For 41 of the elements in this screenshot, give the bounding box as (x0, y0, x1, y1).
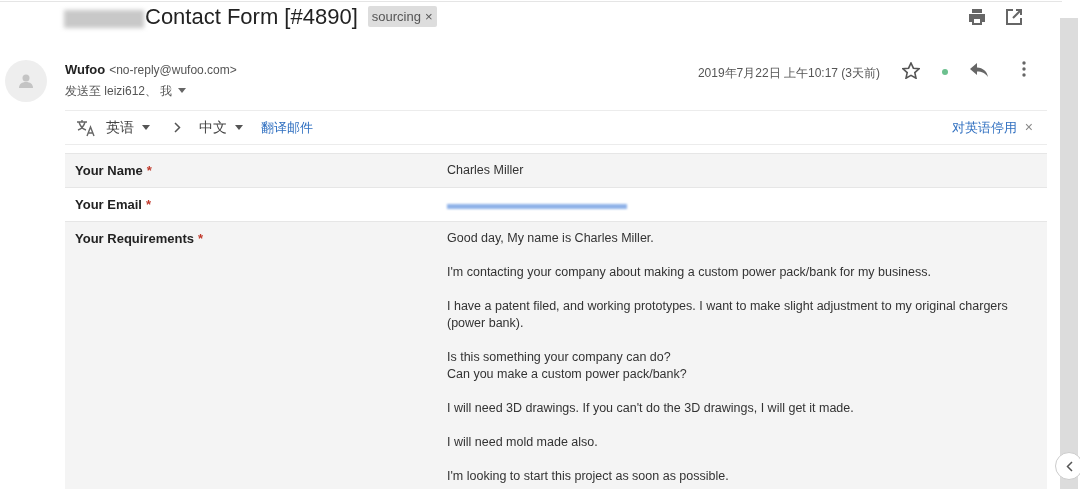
field-value: Good day, My name is Charles Miller. (447, 230, 655, 247)
caret-icon (235, 125, 243, 130)
scrollbar[interactable] (1060, 18, 1078, 489)
caret-icon (142, 125, 150, 130)
close-button[interactable]: × (1024, 117, 1033, 138)
print-icon[interactable] (968, 8, 986, 25)
remove-label-button[interactable]: × (424, 6, 433, 27)
translate-icon (76, 118, 96, 137)
sender-name: Wufoo (65, 61, 106, 79)
field-value: I'm contacting your company about making a custom power pack/bank for my business. (447, 264, 932, 281)
disable-translation-link[interactable]: 对英语停用 (951, 117, 1017, 138)
chevron-right-icon (174, 122, 181, 133)
email-subject: Contact Form [#4890] (145, 3, 358, 31)
scroll-button[interactable] (1055, 452, 1080, 480)
caret-icon[interactable] (178, 88, 187, 93)
field-label: Your Name (75, 162, 143, 179)
chevron-left-icon (1065, 460, 1073, 472)
field-value: I'm looking to start this project as soon as possible. (447, 468, 730, 485)
field-label: Your Email (75, 196, 142, 213)
sender-email: <no-reply@wufoo.com> (109, 62, 237, 79)
translate-email-link[interactable]: 翻译邮件 (261, 117, 313, 138)
source-language-dropdown[interactable]: 英语 (106, 117, 150, 138)
field-value: Charles Miller (447, 162, 525, 179)
label-chip[interactable]: sourcing × (367, 5, 437, 28)
field-label: Your Requirements (75, 230, 194, 247)
target-language-dropdown[interactable]: 中文 (199, 117, 243, 138)
required-asterisk: * (145, 196, 151, 213)
email-date: 2019年7月22日 上午10:17 (3天前) (697, 65, 880, 82)
field-value: Is this something your company can do? (447, 349, 672, 366)
field-value: Can you make a custom power pack/bank? (447, 366, 688, 383)
recipients-text: 发送至 leizi612、 我 (65, 82, 173, 100)
more-options-icon[interactable] (1022, 61, 1026, 77)
required-asterisk: * (197, 230, 203, 247)
field-value: I will need 3D drawings. If you can't do the 3D drawings, I will get it made. (447, 400, 855, 417)
avatar (5, 60, 47, 102)
field-value: I have a patent filed, and working prototypes. I want to make slight adjustment to my original chargers (power bank). (447, 298, 1009, 332)
open-in-new-window-icon[interactable] (1006, 8, 1022, 25)
field-value: I will need mold made also. (447, 434, 599, 451)
required-asterisk: * (146, 162, 152, 179)
reply-icon[interactable] (970, 63, 988, 77)
star-icon[interactable] (902, 62, 920, 79)
